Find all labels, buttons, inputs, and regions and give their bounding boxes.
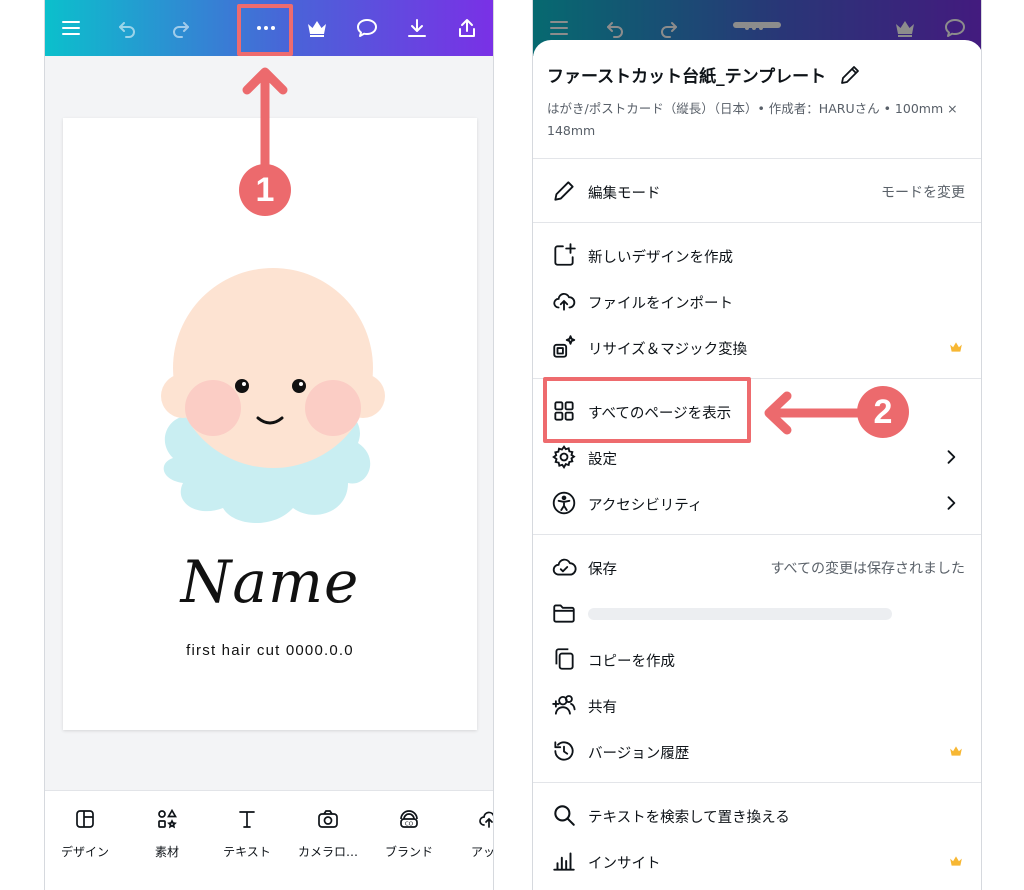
step-badge-2: 2 <box>857 386 909 438</box>
arrow-left-annotation <box>764 391 861 435</box>
cloud-check-icon <box>551 554 577 580</box>
new-design-plus-icon <box>551 242 577 268</box>
menu-item-accessibility[interactable]: アクセシビリティ <box>533 480 981 526</box>
folder-icon <box>551 600 577 626</box>
history-icon <box>551 738 577 764</box>
tool-elements[interactable]: 素材 <box>127 807 207 860</box>
menu-label: ファイルをインポート <box>588 296 733 312</box>
camera-icon <box>318 810 338 828</box>
tool-label: カメラロ… <box>297 845 358 859</box>
caption-text[interactable]: first hair cut 0000.0.0 <box>63 642 477 659</box>
menu-item-edit-mode[interactable]: 編集モード モードを変更 <box>533 168 981 214</box>
more-options-sheet: ファーストカット台紙_テンプレート はがき/ポストカード（縦長）（日本）• 作成… <box>533 40 981 890</box>
menu-item-save[interactable]: 保存 すべての変更は保存されました <box>533 544 981 590</box>
accessibility-icon <box>551 490 577 516</box>
menu-label: 新しいデザインを作成 <box>588 250 733 266</box>
name-text[interactable]: Name <box>63 548 477 616</box>
folder-placeholder-bar <box>588 608 892 620</box>
menu-item-insights[interactable]: インサイト <box>533 838 981 884</box>
menu-item-resize[interactable]: リサイズ＆マジック変換 <box>533 324 981 370</box>
premium-crown-icon <box>950 856 962 866</box>
download-icon[interactable] <box>399 10 435 46</box>
design-title-row: ファーストカット台紙_テンプレート <box>547 62 862 87</box>
menu-label: 設定 <box>588 452 617 468</box>
insights-bar-icon <box>551 848 577 874</box>
divider <box>533 222 981 223</box>
menu-item-share[interactable]: 共有 <box>533 682 981 728</box>
menu-item-find-replace[interactable]: テキストを検索して置き換える <box>533 792 981 838</box>
tool-text[interactable]: テキスト <box>207 807 287 860</box>
change-mode-link[interactable]: モードを変更 <box>881 182 965 202</box>
undo-icon[interactable] <box>109 10 145 46</box>
editor-screen-menu-open: ファーストカット台紙_テンプレート はがき/ポストカード（縦長）（日本）• 作成… <box>532 0 982 890</box>
menu-label: コピーを作成 <box>588 654 675 670</box>
sheet-drag-handle[interactable] <box>733 22 781 28</box>
elements-icon <box>158 808 177 829</box>
brand-icon: CO <box>400 810 418 828</box>
baby-illustration <box>161 268 385 524</box>
design-meta: はがき/ポストカード（縦長）（日本）• 作成者：HARUさん • 100mm ×… <box>547 101 958 138</box>
tool-upload[interactable]: アップ <box>449 807 494 860</box>
tool-brand[interactable]: CO ブランド <box>369 807 449 860</box>
pencil-icon <box>551 178 577 204</box>
editor-screen: Name first hair cut 0000.0.0 デザイン 素材 テキス… <box>44 0 494 890</box>
chevron-right-icon <box>947 450 956 464</box>
menu-label: インサイト <box>588 856 661 872</box>
save-status: すべての変更は保存されました <box>770 561 965 577</box>
divider <box>533 158 981 159</box>
share-upload-icon[interactable] <box>449 10 485 46</box>
premium-crown-icon[interactable] <box>299 10 335 46</box>
divider <box>533 782 981 783</box>
upload-cloud-icon <box>479 811 493 828</box>
menu-label: 編集モード <box>588 186 661 202</box>
magic-resize-icon <box>551 334 577 360</box>
tool-label: テキスト <box>223 845 271 859</box>
premium-crown-icon <box>950 342 962 352</box>
tool-label: アップ <box>470 845 494 859</box>
menu-item-new-design[interactable]: 新しいデザインを作成 <box>533 232 981 278</box>
menu-item-version-history[interactable]: バージョン履歴 <box>533 728 981 774</box>
bottom-toolbar: デザイン 素材 テキスト カメラロ… CO ブランド アップ <box>45 790 494 890</box>
menu-item-make-copy[interactable]: コピーを作成 <box>533 636 981 682</box>
menu-label: アクセシビリティ <box>588 498 703 514</box>
menu-label: リサイズ＆マジック変換 <box>588 342 748 358</box>
menu-label: テキストを検索して置き換える <box>588 810 790 826</box>
highlight-box-more <box>237 4 293 56</box>
menu-label: バージョン履歴 <box>588 746 690 762</box>
menu-hamburger-icon[interactable] <box>53 10 89 46</box>
design-title: ファーストカット台紙_テンプレート <box>547 67 827 87</box>
tool-design[interactable]: デザイン <box>45 807 125 860</box>
add-people-icon <box>551 692 577 718</box>
premium-crown-icon <box>950 746 962 756</box>
menu-label: 共有 <box>588 700 617 716</box>
text-icon <box>239 811 255 828</box>
tool-camera-roll[interactable]: カメラロ… <box>288 807 368 860</box>
svg-text:CO: CO <box>405 822 414 828</box>
menu-label: 保存 <box>588 562 617 578</box>
divider <box>533 534 981 535</box>
redo-icon[interactable] <box>163 10 199 46</box>
menu-item-folder[interactable] <box>533 590 981 636</box>
step-badge-1: 1 <box>239 164 291 216</box>
tool-label: 素材 <box>154 845 179 859</box>
gear-icon <box>551 444 577 470</box>
comment-icon[interactable] <box>349 10 385 46</box>
arrow-up-annotation <box>242 67 288 170</box>
design-icon <box>76 810 94 828</box>
cloud-upload-icon <box>551 288 577 314</box>
tool-label: ブランド <box>384 845 433 859</box>
chevron-right-icon <box>947 496 956 510</box>
tool-label: デザイン <box>60 845 109 859</box>
highlight-box-view-all-pages <box>543 377 751 443</box>
search-icon <box>551 802 577 828</box>
copy-icon <box>551 646 577 672</box>
menu-item-import-file[interactable]: ファイルをインポート <box>533 278 981 324</box>
pencil-edit-icon[interactable] <box>838 63 862 87</box>
